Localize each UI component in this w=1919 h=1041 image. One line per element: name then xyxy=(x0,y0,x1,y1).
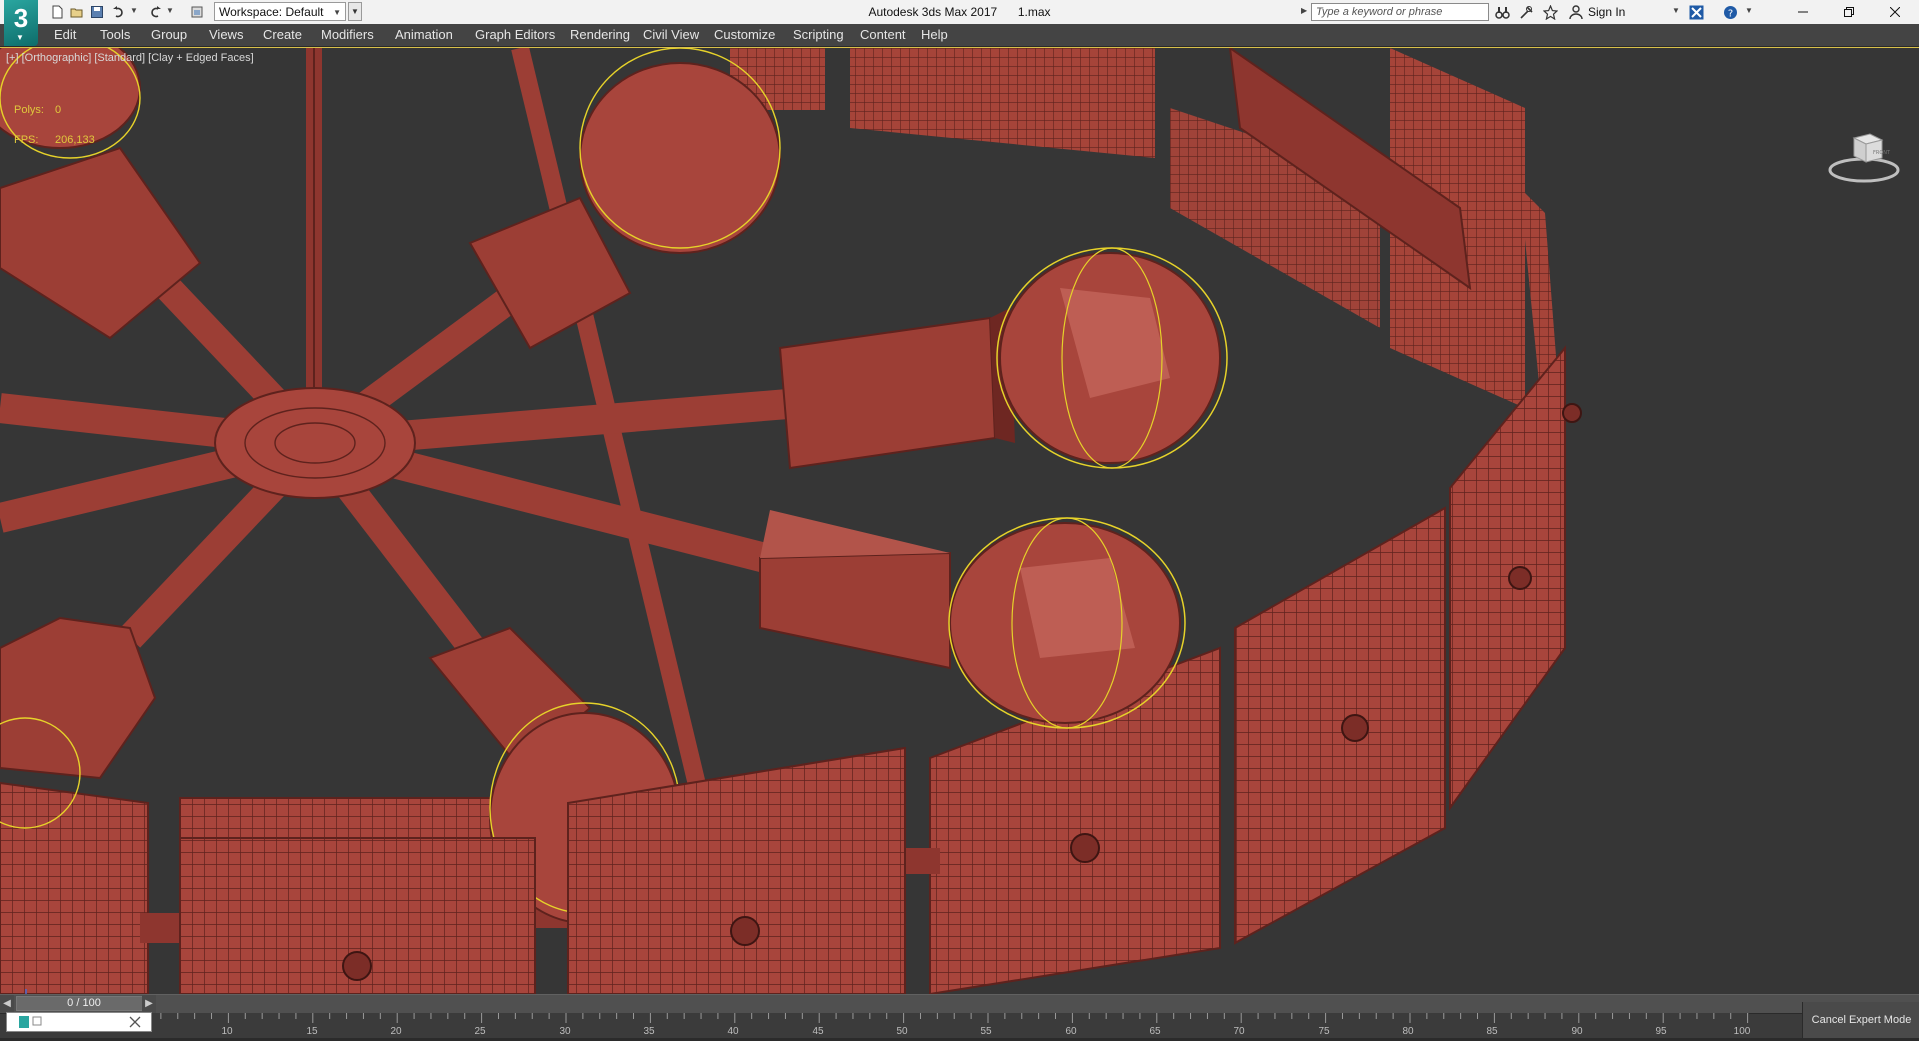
user-icon[interactable] xyxy=(1568,4,1584,20)
listener-icons xyxy=(19,1016,42,1028)
menu-create[interactable]: Create xyxy=(263,24,302,46)
search-input[interactable]: Type a keyword or phrase xyxy=(1311,3,1489,21)
minimize-icon[interactable] xyxy=(1780,0,1826,24)
svg-text:?: ? xyxy=(1727,8,1732,19)
tick-label: 15 xyxy=(306,1026,318,1037)
menu-bar: Edit Tools Group Views Create Modifiers … xyxy=(0,24,1919,47)
project-icon[interactable] xyxy=(188,3,206,21)
app-logo[interactable]: 3 ▼ xyxy=(4,0,38,46)
tick-label: 65 xyxy=(1149,1026,1161,1037)
listener-close-icon[interactable] xyxy=(129,1016,141,1028)
undo-dropdown-icon[interactable]: ▼ xyxy=(130,6,138,15)
app-logo-glyph: 3 xyxy=(13,3,29,33)
tick-label: 100 xyxy=(1733,1026,1751,1037)
viewport-label[interactable]: [+] [Orthographic] [Standard] [Clay + Ed… xyxy=(6,52,254,64)
new-file-icon[interactable] xyxy=(48,3,66,21)
time-slider[interactable]: ◀ 0 / 100 ▶ xyxy=(0,994,1919,1014)
app-menu-caret-icon: ▼ xyxy=(16,33,24,42)
redo-icon[interactable] xyxy=(146,3,164,21)
cancel-expert-mode-button[interactable]: Cancel Expert Mode xyxy=(1802,1002,1919,1038)
workspace-label: Workspace: Default xyxy=(219,5,324,19)
slider-prev-icon[interactable]: ◀ xyxy=(0,995,14,1013)
close-x-icon[interactable] xyxy=(1688,4,1704,20)
tick-label: 35 xyxy=(643,1026,655,1037)
menu-content[interactable]: Content xyxy=(860,24,906,46)
menu-edit[interactable]: Edit xyxy=(54,24,76,46)
undo-icon[interactable] xyxy=(110,3,128,21)
save-icon[interactable] xyxy=(88,3,106,21)
stat-polys-value: 0 xyxy=(55,104,62,116)
help-dropdown-icon[interactable]: ▼ xyxy=(1745,6,1753,15)
tick-label: 30 xyxy=(559,1026,571,1037)
tick-label: 80 xyxy=(1402,1026,1414,1037)
menu-scripting[interactable]: Scripting xyxy=(793,24,844,46)
menu-customize[interactable]: Customize xyxy=(714,24,775,46)
tick-label: 95 xyxy=(1655,1026,1667,1037)
restore-icon[interactable] xyxy=(1826,0,1872,24)
menu-modifiers[interactable]: Modifiers xyxy=(321,24,374,46)
sign-in-link[interactable]: Sign In xyxy=(1588,0,1625,24)
title-bar: 3 ▼ ▼ ▼ Workspace: Default ▼ ▼ Autodesk … xyxy=(0,0,1919,46)
tick-label: 40 xyxy=(727,1026,739,1037)
tick-label: 45 xyxy=(812,1026,824,1037)
tick-label: 10 xyxy=(221,1026,233,1037)
tick-label: 75 xyxy=(1318,1026,1330,1037)
menu-animation[interactable]: Animation xyxy=(395,24,453,46)
tick-label: 90 xyxy=(1571,1026,1583,1037)
tick-label: 50 xyxy=(896,1026,908,1037)
viewport-orthographic[interactable]: [+] [Orthographic] [Standard] [Clay + Ed… xyxy=(0,47,1919,994)
close-icon[interactable] xyxy=(1872,0,1918,24)
stat-fps-label: FPS: xyxy=(14,134,39,146)
sign-in-dropdown-icon[interactable]: ▼ xyxy=(1672,6,1680,15)
workspace-dropdown[interactable]: Workspace: Default ▼ xyxy=(214,2,346,21)
open-file-icon[interactable] xyxy=(68,3,86,21)
cancel-expert-label: Cancel Expert Mode xyxy=(1811,1014,1912,1026)
scene-canvas[interactable] xyxy=(0,48,1919,994)
tick-label: 25 xyxy=(474,1026,486,1037)
star-icon[interactable] xyxy=(1542,4,1558,20)
menu-views[interactable]: Views xyxy=(209,24,243,46)
menu-civil-view[interactable]: Civil View xyxy=(643,24,699,46)
viewcube-icon[interactable]: FRONT xyxy=(1826,128,1902,188)
time-slider-thumb[interactable]: 0 / 100 xyxy=(16,996,152,1011)
search-expand-icon[interactable]: ▶ xyxy=(1301,6,1307,15)
chevron-down-icon: ▼ xyxy=(333,8,341,17)
time-bar: ◀ 0 / 100 ▶ 10 15 20 25 30 35 40 45 50 5… xyxy=(0,994,1919,1038)
track-bar[interactable]: 10 15 20 25 30 35 40 45 50 55 60 65 70 7… xyxy=(152,1013,1751,1038)
tick-label: 85 xyxy=(1486,1026,1498,1037)
redo-dropdown-icon[interactable]: ▼ xyxy=(166,6,174,15)
menu-graph-editors[interactable]: Graph Editors xyxy=(475,24,555,46)
menu-group[interactable]: Group xyxy=(151,24,187,46)
help-icon[interactable]: ? xyxy=(1722,4,1738,20)
tick-label: 70 xyxy=(1233,1026,1245,1037)
maxscript-mini-listener[interactable] xyxy=(6,1012,152,1032)
axis-gizmo-icon xyxy=(25,989,27,994)
tick-label: 60 xyxy=(1065,1026,1077,1037)
workspace-extra-button[interactable]: ▼ xyxy=(348,2,362,21)
menu-help[interactable]: Help xyxy=(921,24,948,46)
tick-label: 55 xyxy=(980,1026,992,1037)
file-name: 1.max xyxy=(1017,5,1051,19)
frame-counter: 0 / 100 xyxy=(67,997,101,1009)
viewcube-face-label: FRONT xyxy=(1873,150,1891,156)
search-help-icon[interactable] xyxy=(1518,4,1534,20)
menu-tools[interactable]: Tools xyxy=(100,24,130,46)
stat-polys-label: Polys: xyxy=(14,104,44,116)
tick-label: 20 xyxy=(390,1026,402,1037)
slider-next-icon[interactable]: ▶ xyxy=(142,995,156,1013)
binoculars-icon[interactable] xyxy=(1494,4,1510,20)
search-placeholder: Type a keyword or phrase xyxy=(1316,6,1443,18)
app-name: Autodesk 3ds Max 2017 xyxy=(868,5,998,19)
menu-rendering[interactable]: Rendering xyxy=(570,24,630,46)
stat-fps-value: 206,133 xyxy=(55,134,95,146)
